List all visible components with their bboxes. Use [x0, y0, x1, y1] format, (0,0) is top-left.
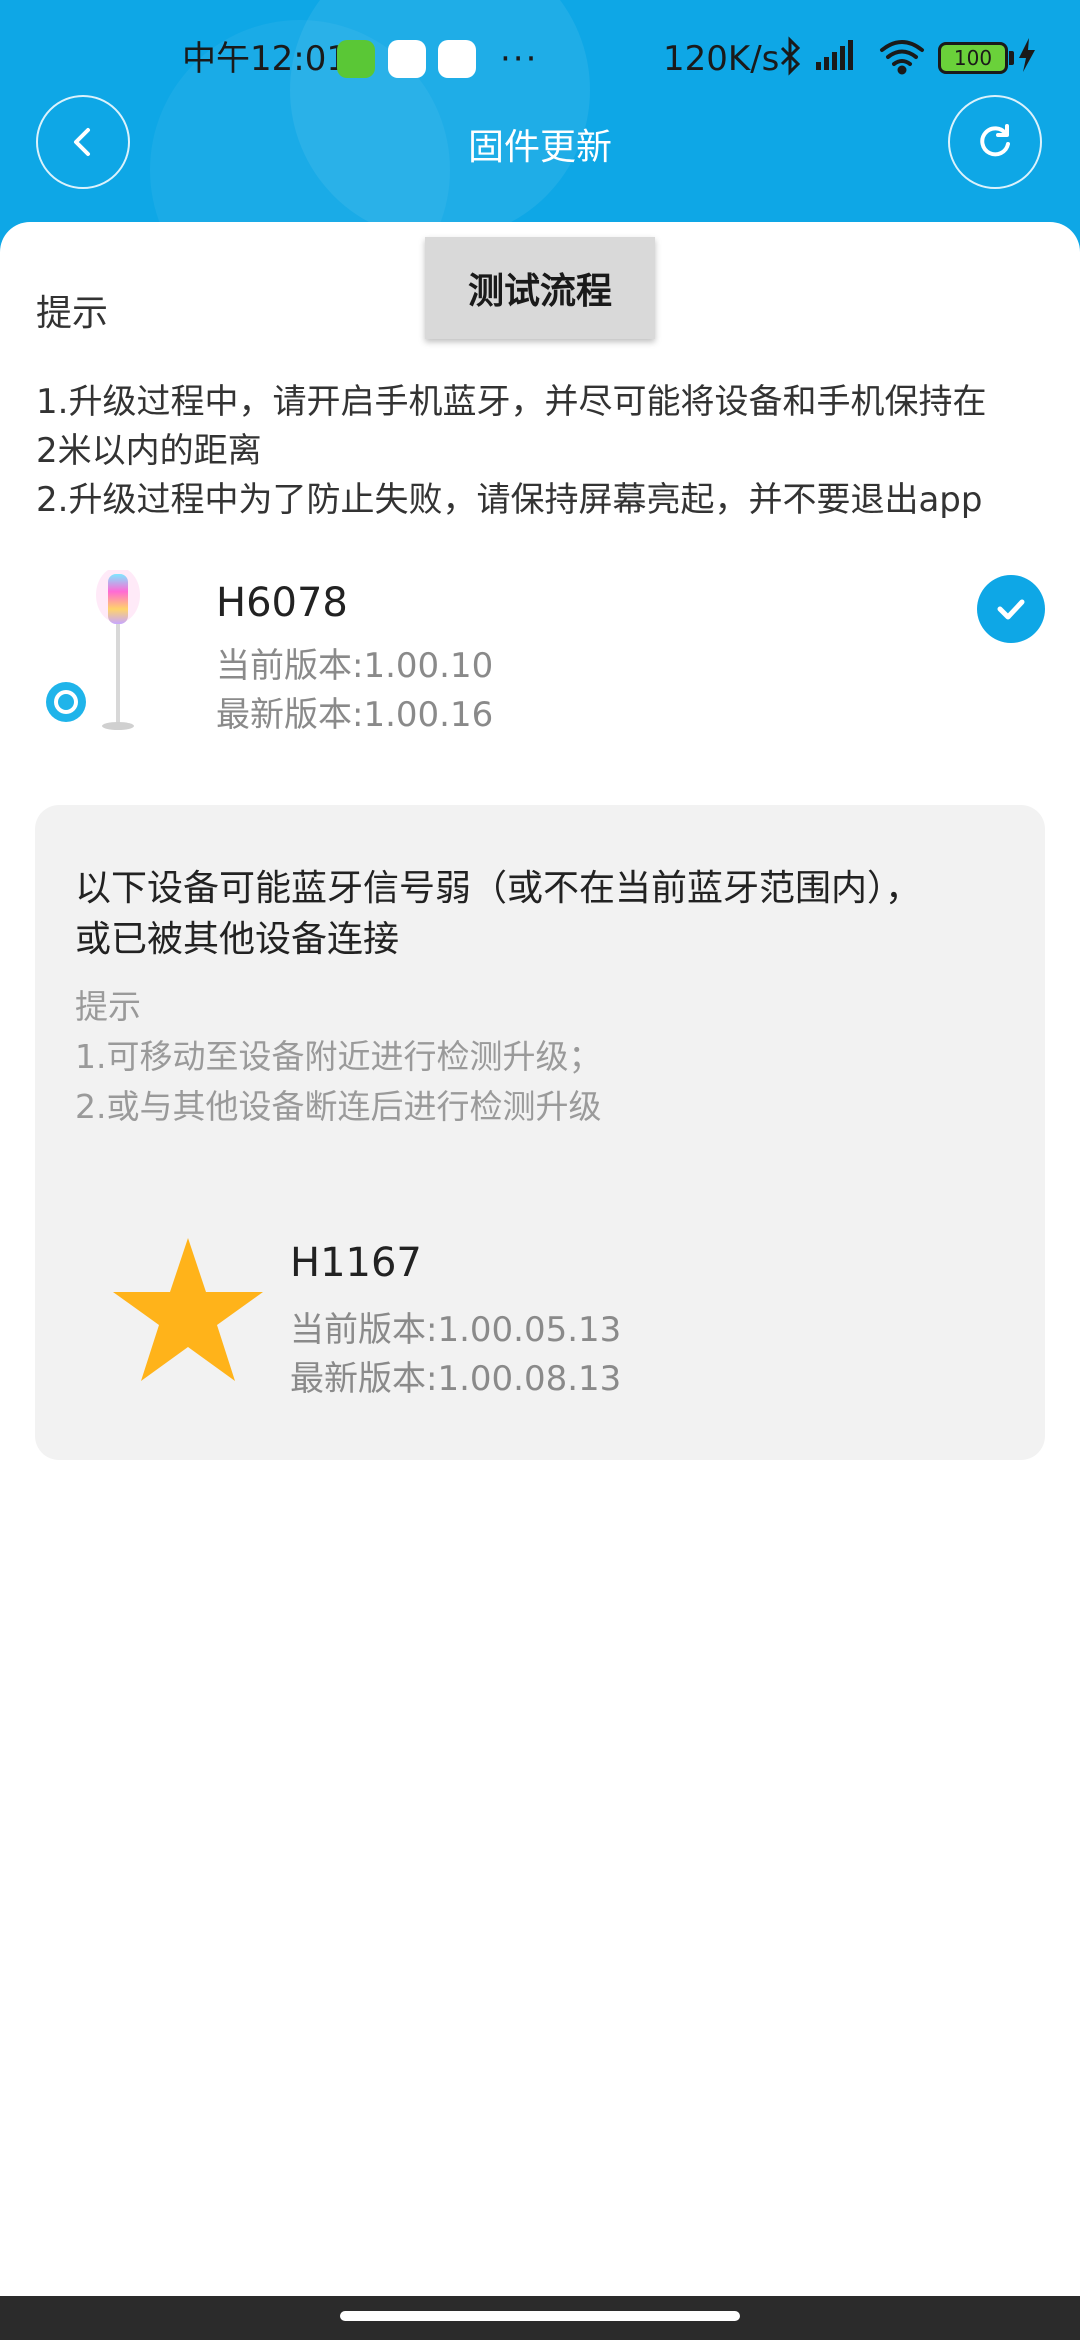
tip-line-3: 2.升级过程中为了防止失败，请保持屏幕亮起，并不要退出app: [36, 480, 983, 520]
system-navigation-bar: [0, 2296, 1080, 2340]
weak-signal-title-line-1: 以下设备可能蓝牙信号弱（或不在当前蓝牙范围内），: [75, 868, 922, 909]
star-icon: [113, 1238, 263, 1381]
device-latest-version: 最新版本:1.00.16: [216, 695, 494, 735]
notification-app-icon: [337, 40, 375, 78]
weak-signal-tip-1: 1.可移动至设备附近进行检测升级；: [75, 1037, 602, 1076]
wifi-icon: [880, 40, 924, 75]
tip-line-1: 1.升级过程中，请开启手机蓝牙，并尽可能将设备和手机保持在: [36, 382, 987, 422]
signal-icon: [816, 40, 853, 70]
device-name: H6078: [216, 580, 348, 626]
test-process-button[interactable]: 测试流程: [425, 237, 655, 339]
weak-signal-tip-2: 2.或与其他设备断连后进行检测升级: [75, 1087, 602, 1126]
more-notifications-icon: ···: [500, 39, 539, 79]
refresh-icon: [980, 124, 1010, 157]
weak-device-current-version: 当前版本:1.00.05.13: [290, 1310, 622, 1350]
device-select-checkbox[interactable]: [977, 575, 1045, 643]
floor-lamp-device-image: [46, 570, 140, 730]
refresh-button[interactable]: [948, 95, 1042, 189]
device-current-version: 当前版本:1.00.10: [216, 646, 494, 686]
home-gesture-handle[interactable]: [340, 2311, 740, 2321]
charging-icon: [1017, 38, 1037, 80]
weak-signal-title-line-2: 或已被其他设备连接: [75, 919, 400, 960]
status-time: 中午12:01: [182, 39, 348, 79]
weak-device-name: H1167: [290, 1240, 422, 1286]
status-icons: [780, 36, 924, 76]
battery-tip: [1009, 51, 1014, 65]
page-title: 固件更新: [467, 127, 612, 168]
bluetooth-icon: [780, 36, 801, 76]
battery-icon: 100: [938, 42, 1008, 74]
notification-app-icon: [438, 40, 476, 78]
weak-signal-tip-label: 提示: [75, 987, 141, 1026]
notification-app-icon: [388, 40, 426, 78]
weak-device-latest-version: 最新版本:1.00.08.13: [290, 1359, 622, 1399]
tips-label: 提示: [36, 293, 109, 334]
app-header: 中午12:01 ··· 120K/s 100 固件更新: [0, 0, 1080, 260]
checkmark-icon: [997, 599, 1025, 620]
tip-line-2: 2米以内的距离: [36, 431, 262, 471]
network-speed: 120K/s: [663, 39, 780, 79]
